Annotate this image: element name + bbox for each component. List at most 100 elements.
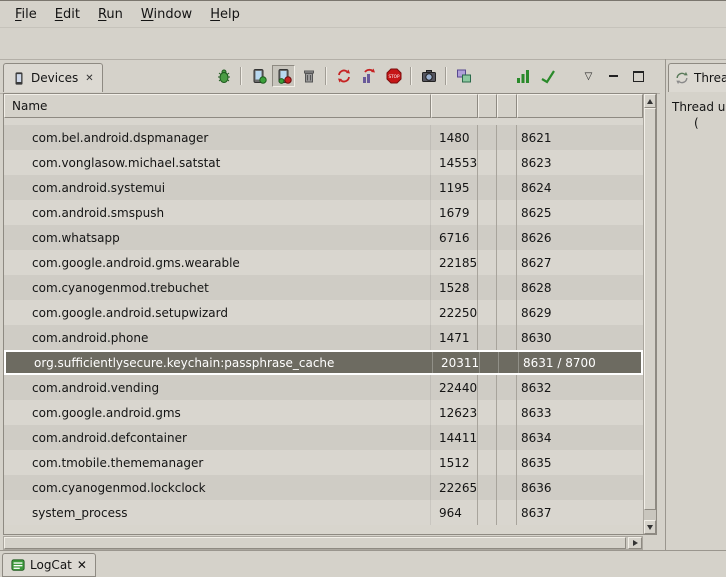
scroll-up-button[interactable] (644, 94, 656, 108)
logcat-icon (11, 558, 25, 572)
workspace: Devices ✕ (0, 59, 726, 551)
process-col-s1 (480, 352, 499, 373)
process-col-s1 (478, 125, 497, 150)
capture-bars-icon[interactable] (511, 65, 534, 87)
process-name: com.bel.android.dspmanager (4, 125, 431, 150)
screen-capture-icon[interactable] (417, 65, 440, 87)
table-row[interactable]: com.whatsapp67168626 (4, 225, 643, 250)
menu-edit[interactable]: Edit (46, 4, 89, 25)
process-col-s2 (497, 150, 517, 175)
minimize-icon[interactable] (602, 65, 625, 87)
table-row[interactable]: com.cyanogenmod.lockclock222658636 (4, 475, 643, 500)
column-header-name[interactable]: Name (4, 94, 431, 118)
process-name: com.cyanogenmod.trebuchet (4, 275, 431, 300)
maximize-icon[interactable] (627, 65, 650, 87)
menu-run[interactable]: Run (89, 4, 132, 25)
table-row[interactable]: com.tmobile.thememanager15128635 (4, 450, 643, 475)
table-row[interactable]: com.google.android.setupwizard22250 8629 (4, 300, 643, 325)
process-port: 8635 (517, 450, 643, 475)
process-col-s1 (478, 375, 497, 400)
process-port: 8628 (517, 275, 643, 300)
process-name: com.google.android.gms (4, 400, 431, 425)
column-header-pid[interactable] (431, 94, 478, 118)
column-header-s2[interactable] (497, 94, 517, 118)
tab-devices[interactable]: Devices ✕ (3, 63, 103, 92)
process-port: 8623 (517, 150, 643, 175)
process-col-s2 (497, 250, 517, 275)
method-profiling-icon[interactable] (357, 65, 380, 87)
process-col-s1 (478, 425, 497, 450)
view-menu-icon[interactable]: ▽ (577, 65, 600, 87)
process-name: com.vonglasow.michael.satstat (4, 150, 431, 175)
table-row[interactable]: com.google.android.gms.wearable221858627 (4, 250, 643, 275)
process-name: com.tmobile.thememanager (4, 450, 431, 475)
tab-devices-label: Devices (31, 71, 78, 85)
table-row[interactable]: org.sufficientlysecure.keychain:passphra… (4, 350, 643, 375)
process-col-s1 (478, 225, 497, 250)
debug-icon[interactable] (212, 65, 235, 87)
scroll-right-button[interactable] (628, 537, 642, 549)
stop-process-icon[interactable]: STOP (382, 65, 405, 87)
tab-threads[interactable]: Threa (668, 63, 726, 92)
table-row[interactable]: com.android.phone14718630 (4, 325, 643, 350)
cause-gc-icon[interactable] (297, 65, 320, 87)
table-row[interactable]: com.android.vending224408632 (4, 375, 643, 400)
menu-window[interactable]: Window (132, 4, 201, 25)
process-col-s2 (497, 500, 517, 525)
process-col-s2 (497, 375, 517, 400)
table-row[interactable]: com.bel.android.dspmanager14808621 (4, 125, 643, 150)
threads-panel-header: Threa (666, 59, 726, 93)
close-icon[interactable]: ✕ (77, 558, 87, 572)
horizontal-scrollbar[interactable] (3, 536, 643, 550)
tab-logcat[interactable]: LogCat ✕ (2, 553, 96, 577)
dump-hprof-icon[interactable] (272, 65, 295, 87)
column-header-port[interactable] (517, 94, 643, 118)
process-port: 8629 (517, 300, 643, 325)
main-toolbar (0, 27, 726, 60)
horizontal-scroll-thumb[interactable] (4, 537, 626, 549)
table-row[interactable]: com.android.smspush16798625 (4, 200, 643, 225)
process-col-s2 (497, 225, 517, 250)
threads-message-line1: Thread up (672, 99, 726, 115)
process-port: 8632 (517, 375, 643, 400)
scroll-down-button[interactable] (644, 520, 656, 534)
table-row[interactable]: com.android.defcontainer144118634 (4, 425, 643, 450)
process-col-s2 (497, 425, 517, 450)
process-name: com.android.systemui (4, 175, 431, 200)
process-name: com.android.smspush (4, 200, 431, 225)
process-col-s2 (497, 125, 517, 150)
column-header-s1[interactable] (478, 94, 497, 118)
table-row[interactable]: system_process9648637 (4, 500, 643, 525)
process-port: 8634 (517, 425, 643, 450)
menu-bar: FileEditRunWindowHelp (0, 1, 726, 27)
tab-logcat-label: LogCat (30, 558, 72, 572)
process-col-s1 (478, 150, 497, 175)
menu-file[interactable]: File (6, 4, 46, 25)
close-icon[interactable]: ✕ (85, 73, 93, 84)
hierarchy-view-icon[interactable] (452, 65, 475, 87)
process-pid: 22250 (431, 300, 478, 325)
process-port: 8625 (517, 200, 643, 225)
table-row[interactable]: com.vonglasow.michael.satstat145538623 (4, 150, 643, 175)
table-row[interactable]: com.android.systemui11958624 (4, 175, 643, 200)
update-threads-icon[interactable] (332, 65, 355, 87)
process-col-s1 (478, 300, 497, 325)
process-pid: 1471 (431, 325, 478, 350)
process-col-s1 (478, 175, 497, 200)
update-heap-icon[interactable] (247, 65, 270, 87)
table-row[interactable]: com.google.android.gms126238633 (4, 400, 643, 425)
process-col-s1 (478, 250, 497, 275)
process-col-s2 (497, 200, 517, 225)
svg-text:STOP: STOP (388, 74, 400, 79)
menu-help[interactable]: Help (201, 4, 249, 25)
vertical-scrollbar[interactable] (643, 94, 656, 534)
process-col-s2 (497, 450, 517, 475)
process-name: com.google.android.setupwizard (4, 300, 431, 325)
vertical-scroll-thumb[interactable] (644, 108, 656, 510)
table-scroll-spacer (4, 118, 643, 125)
refresh-tree-icon[interactable] (536, 65, 559, 87)
process-port: 8631 / 8700 (519, 352, 641, 373)
process-port: 8636 (517, 475, 643, 500)
table-row[interactable]: com.cyanogenmod.trebuchet15288628 (4, 275, 643, 300)
application-window: FileEditRunWindowHelp Devices ✕ (0, 0, 726, 577)
